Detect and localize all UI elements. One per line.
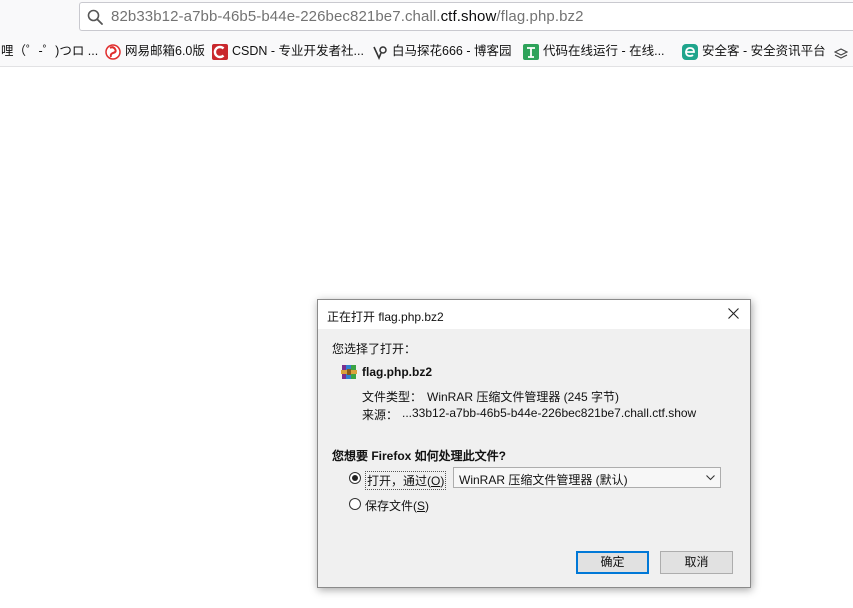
url-path: /flag.php.bz2 [496,8,584,25]
ok-button[interactable]: 确定 [576,551,649,574]
winrar-file-icon [341,365,357,379]
bookmark-label: 网易邮箱6.0版 [125,44,205,58]
dialog-titlebar: 正在打开 flag.php.bz2 [318,300,750,329]
code-runner-icon [523,44,539,60]
source-label: 来源： [362,408,399,422]
url-prefix: 82b33b12-a7bb-46b5-b44e-226bec821be7.cha… [111,8,441,25]
save-file-radio[interactable] [349,498,361,510]
dialog-title: 正在打开 flag.php.bz2 [327,310,444,324]
save-file-text: 保存文件( [365,499,417,513]
netease-mail-icon [105,44,121,60]
url-domain: ctf.show [440,8,497,25]
bookmarks-toolbar: 哩（゜-゜)つロ ... 网易邮箱6.0版 CSDN - 专业开发者社... 白… [0,37,853,67]
file-type-label: 文件类型： [362,390,423,404]
save-file-close: ) [425,499,430,513]
bookmark-label: 白马探花666 - 博客园 [392,44,512,58]
anquanke-icon [682,44,698,60]
open-with-accesskey: O [431,474,441,488]
bookmark-label: 安全客 - 安全资讯平台 [702,44,826,58]
close-button[interactable] [718,300,750,329]
cnblogs-icon [373,46,387,60]
open-with-text: 打开，通过( [367,474,431,488]
browser-toolbar: 82b33b12-a7bb-46b5-b44e-226bec821be7.cha… [0,0,853,37]
close-icon [728,308,739,319]
chosen-label: 您选择了打开： [332,342,417,356]
bookmark-label: CSDN - 专业开发者社... [232,44,364,58]
address-bar[interactable]: 82b33b12-a7bb-46b5-b44e-226bec821be7.cha… [79,2,853,31]
application-select[interactable]: WinRAR 压缩文件管理器 (默认) [453,467,721,488]
handling-question: 您想要 Firefox 如何处理此文件? [332,449,507,463]
save-file-label[interactable]: 保存文件(S) [365,497,429,514]
cancel-button[interactable]: 取消 [660,551,733,574]
open-with-radio[interactable] [349,472,361,484]
csdn-icon [212,44,228,60]
source-value: ...33b12-a7bb-46b5-b44e-226bec821be7.cha… [402,406,697,420]
search-icon [87,9,103,25]
open-file-dialog: 正在打开 flag.php.bz2 您选择了打开： flag.php.bz2 文… [317,299,751,588]
application-select-value: WinRAR 压缩文件管理器 (默认) [459,473,628,487]
file-type-value: WinRAR 压缩文件管理器 (245 字节) [427,390,620,404]
layers-icon[interactable] [834,48,848,60]
file-name: flag.php.bz2 [362,365,432,379]
save-file-accesskey: S [417,499,426,513]
open-with-close: ) [440,474,445,488]
bookmark-label: 哩（゜-゜)つロ ... [1,44,99,58]
open-with-label[interactable]: 打开，通过(O) [365,471,447,490]
chevron-down-icon [706,475,715,481]
bookmark-label: 代码在线运行 - 在线... [543,44,665,58]
url-text[interactable]: 82b33b12-a7bb-46b5-b44e-226bec821be7.cha… [111,8,584,25]
